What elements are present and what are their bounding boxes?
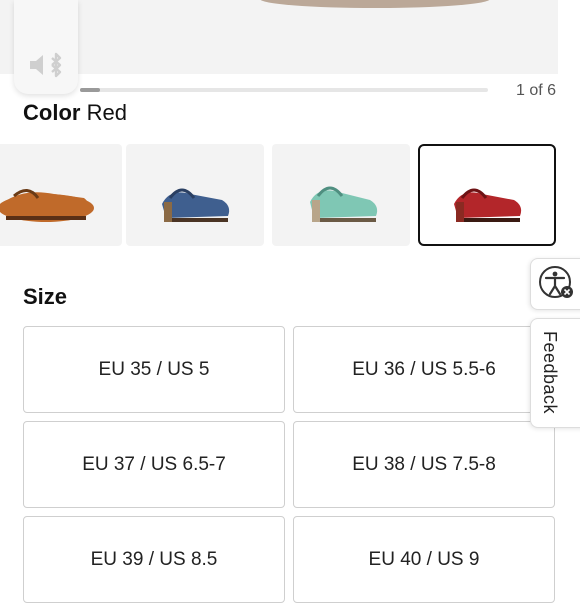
- shoe-sole-shadow: [260, 0, 490, 8]
- color-swatch-camel[interactable]: [0, 144, 122, 246]
- accessibility-icon: [539, 266, 573, 298]
- size-option-eu38[interactable]: EU 38 / US 7.5-8: [293, 421, 555, 508]
- accessibility-button[interactable]: [530, 258, 580, 310]
- size-option-eu36[interactable]: EU 36 / US 5.5-6: [293, 326, 555, 413]
- size-option-eu40[interactable]: EU 40 / US 9: [293, 516, 555, 603]
- color-swatch-red[interactable]: [418, 144, 556, 246]
- color-swatch-blue[interactable]: [126, 144, 264, 246]
- gallery-progress-fill: [80, 88, 101, 92]
- media-control-panel: [14, 0, 78, 94]
- product-image-area[interactable]: [0, 0, 558, 74]
- color-selected-value: Red: [86, 100, 127, 125]
- size-option-eu39[interactable]: EU 39 / US 8.5: [23, 516, 285, 603]
- size-heading: Size: [23, 284, 68, 309]
- size-option-eu37[interactable]: EU 37 / US 6.5-7: [23, 421, 285, 508]
- color-swatch-row: [0, 144, 580, 248]
- color-label: Color: [23, 100, 81, 125]
- size-option-eu35[interactable]: EU 35 / US 5: [23, 326, 285, 413]
- color-heading: Color Red: [23, 100, 127, 126]
- gallery-counter: 1 of 6: [515, 82, 556, 99]
- feedback-label: Feedback: [540, 331, 560, 415]
- color-swatch-turquoise[interactable]: [272, 144, 410, 246]
- speaker-bluetooth-icon[interactable]: [28, 50, 66, 80]
- feedback-button[interactable]: Feedback: [530, 318, 580, 428]
- gallery-progress-track: [80, 88, 488, 92]
